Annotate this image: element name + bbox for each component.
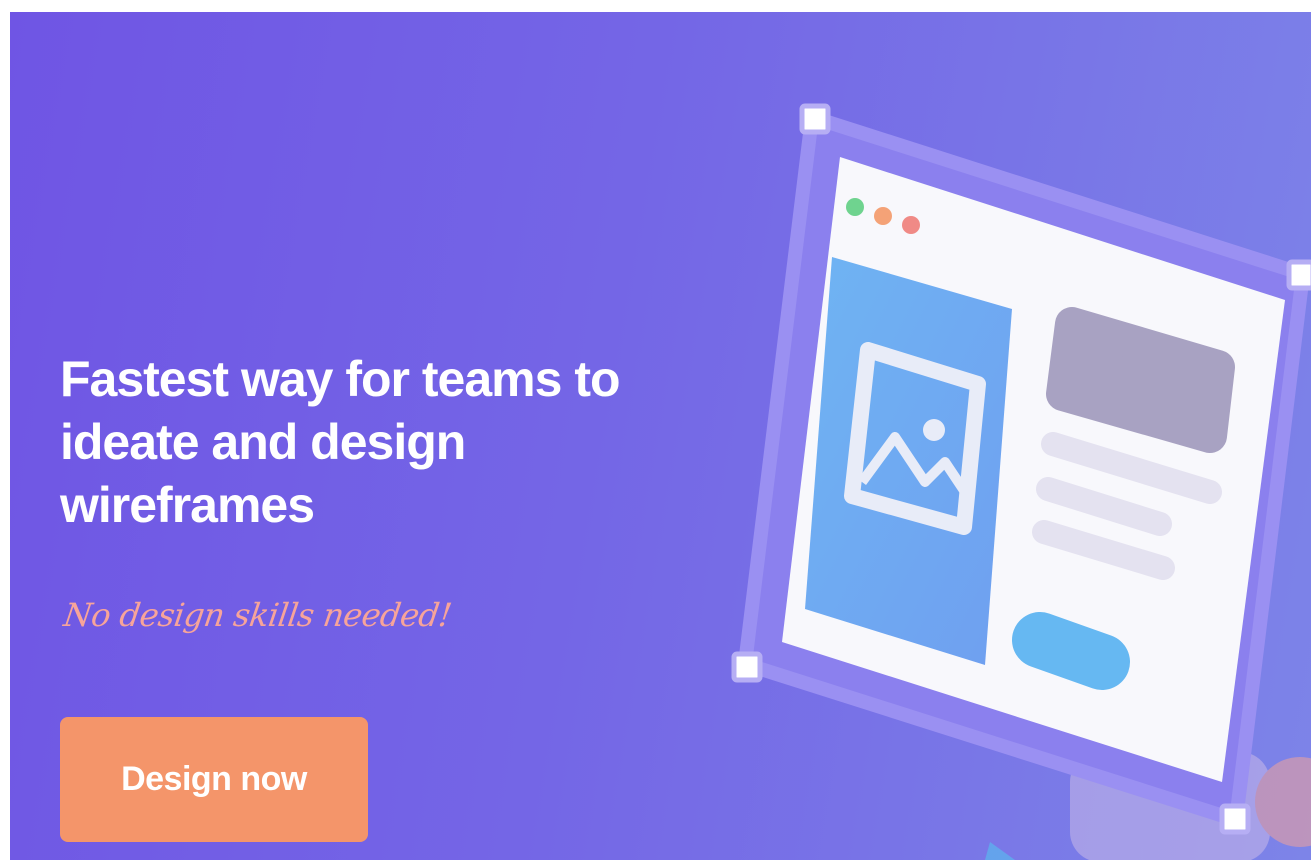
button-block bbox=[1012, 612, 1130, 690]
window-dot-icon bbox=[902, 216, 920, 234]
design-now-button[interactable]: Design now bbox=[60, 717, 368, 842]
window-dot-icon bbox=[846, 198, 864, 216]
window-dot-icon bbox=[874, 207, 892, 225]
hero-section: Fastest way for teams to ideate and desi… bbox=[10, 12, 1311, 860]
hero-tagline: No design skills needed! bbox=[61, 596, 454, 634]
hero-headline: Fastest way for teams to ideate and desi… bbox=[60, 351, 621, 533]
